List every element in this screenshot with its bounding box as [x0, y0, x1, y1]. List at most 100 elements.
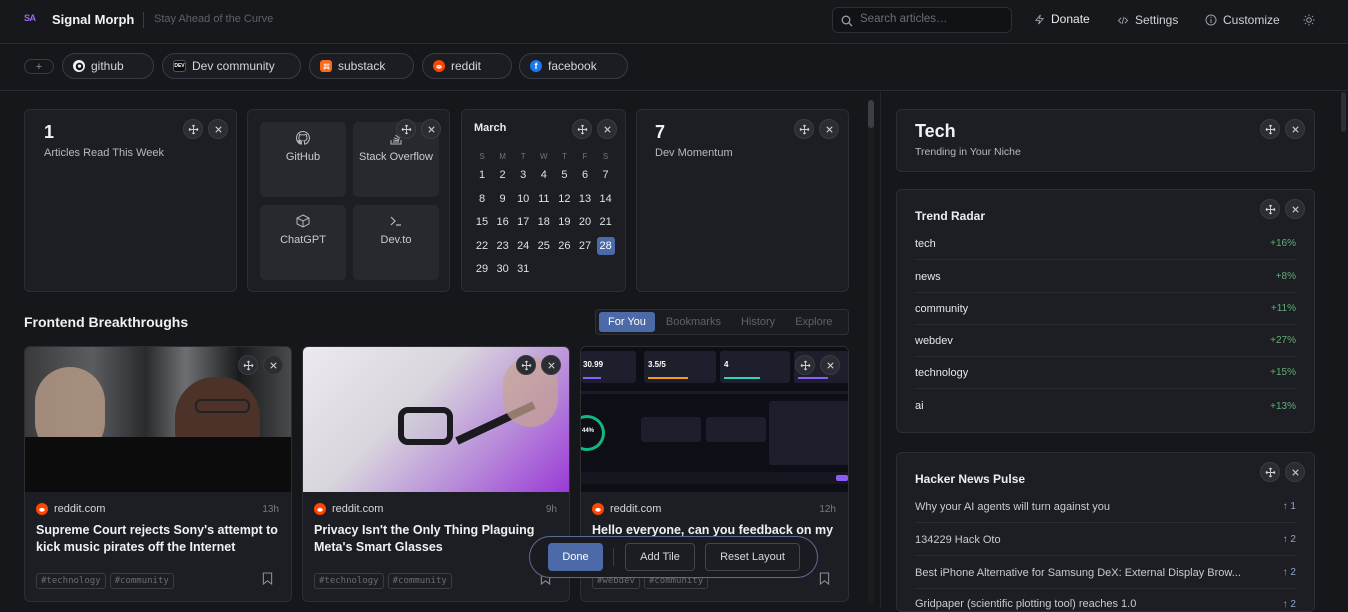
close-icon[interactable] [1285, 119, 1305, 139]
main-scrollbar[interactable] [868, 100, 874, 604]
close-icon[interactable] [541, 355, 561, 375]
source-pill-substack[interactable]: substack [309, 53, 414, 79]
calendar-day[interactable]: 8 [473, 193, 491, 205]
add-source-button[interactable]: + [24, 59, 54, 74]
hn-row[interactable]: 134229 Hack Oto ↑ 2 [915, 524, 1296, 556]
tag[interactable]: #technology [314, 573, 384, 589]
move-icon[interactable] [1260, 462, 1280, 482]
calendar-day[interactable]: 3 [514, 169, 532, 181]
close-icon[interactable] [263, 355, 283, 375]
calendar-day[interactable]: 11 [535, 193, 553, 205]
add-tile-button[interactable]: Add Tile [625, 543, 695, 571]
hn-row[interactable]: Best iPhone Alternative for Samsung DeX:… [915, 557, 1296, 589]
trend-row[interactable]: news +8% [915, 261, 1296, 293]
done-button[interactable]: Done [548, 543, 603, 571]
calendar-day[interactable]: 19 [555, 216, 573, 228]
close-icon[interactable] [208, 119, 228, 139]
calendar-day[interactable]: 23 [494, 240, 512, 252]
trend-row[interactable]: webdev +27% [915, 325, 1296, 357]
move-icon[interactable] [1260, 199, 1280, 219]
settings-button[interactable]: Settings [1117, 13, 1178, 27]
calendar-day[interactable]: 2 [494, 169, 512, 181]
article-card[interactable]: reddit.com 13h Supreme Court rejects Son… [24, 346, 292, 602]
donate-button[interactable]: Donate [1034, 12, 1090, 26]
move-icon[interactable] [183, 119, 203, 139]
trend-label: technology [915, 366, 969, 379]
move-icon[interactable] [238, 355, 258, 375]
calendar-day[interactable]: 9 [494, 193, 512, 205]
reset-layout-button[interactable]: Reset Layout [705, 543, 800, 571]
search-box[interactable]: Search articles… [832, 7, 1012, 33]
substack-icon [320, 60, 332, 72]
tag[interactable]: #community [109, 573, 174, 589]
quick-link-devto[interactable]: Dev.to [353, 205, 439, 280]
calendar-day[interactable]: 5 [555, 169, 573, 181]
move-icon[interactable] [572, 119, 592, 139]
close-icon[interactable] [820, 355, 840, 375]
source-pill-dev[interactable]: DEV Dev community [162, 53, 301, 79]
calendar-day[interactable]: 6 [576, 169, 594, 181]
calendar-day[interactable]: 24 [514, 240, 532, 252]
source-pill-facebook[interactable]: f facebook [519, 53, 628, 79]
quick-link-github[interactable]: GitHub [260, 122, 346, 197]
sidebar-scrollbar[interactable] [1341, 92, 1346, 608]
move-icon[interactable] [794, 119, 814, 139]
calendar-day[interactable]: 20 [576, 216, 594, 228]
bookmark-icon[interactable] [819, 572, 830, 590]
calendar-day[interactable]: 14 [597, 193, 615, 205]
tab-bookmarks[interactable]: Bookmarks [657, 312, 730, 332]
tag[interactable]: #community [387, 573, 452, 589]
source-pill-github[interactable]: github [62, 53, 154, 79]
search-input[interactable]: Search articles… [860, 13, 948, 25]
calendar-day[interactable]: 7 [597, 169, 615, 181]
calendar-day[interactable]: 15 [473, 216, 491, 228]
scrollbar-thumb[interactable] [1341, 92, 1346, 132]
calendar-day[interactable]: 1 [473, 169, 491, 181]
trend-row[interactable]: technology +15% [915, 357, 1296, 389]
calendar-day[interactable]: 18 [535, 216, 553, 228]
hn-row[interactable]: Why your AI agents will turn against you… [915, 491, 1296, 523]
move-icon[interactable] [396, 119, 416, 139]
move-icon[interactable] [516, 355, 536, 375]
calendar-day[interactable]: 4 [535, 169, 553, 181]
tab-explore[interactable]: Explore [786, 312, 841, 332]
app-name[interactable]: Signal Morph [52, 12, 134, 27]
tag[interactable]: #technology [36, 573, 106, 589]
calendar-day[interactable]: 28 [596, 236, 615, 255]
close-icon[interactable] [1285, 199, 1305, 219]
trend-row[interactable]: community +11% [915, 293, 1296, 325]
calendar-day[interactable]: 31 [514, 263, 532, 275]
close-icon[interactable] [1285, 462, 1305, 482]
calendar-day[interactable]: 29 [473, 263, 491, 275]
close-icon[interactable] [597, 119, 617, 139]
trend-row[interactable]: ai +13% [915, 390, 1296, 422]
move-icon[interactable] [1260, 119, 1280, 139]
calendar-day[interactable]: 13 [576, 193, 594, 205]
calendar-day[interactable]: 17 [514, 216, 532, 228]
app-logo[interactable]: SA [24, 13, 36, 23]
calendar-day[interactable]: 27 [576, 240, 594, 252]
trend-row[interactable]: tech +16% [915, 228, 1296, 260]
calendar-day[interactable]: 12 [555, 193, 573, 205]
calendar-day[interactable]: 21 [597, 216, 615, 228]
calendar-day[interactable]: 16 [494, 216, 512, 228]
move-icon[interactable] [795, 355, 815, 375]
source-pill-reddit[interactable]: reddit [422, 53, 512, 79]
calendar-day[interactable]: 25 [535, 240, 553, 252]
close-icon[interactable] [819, 119, 839, 139]
calendar-day[interactable]: 10 [514, 193, 532, 205]
close-icon[interactable] [421, 119, 441, 139]
calendar-day[interactable]: 30 [494, 263, 512, 275]
tab-history[interactable]: History [732, 312, 784, 332]
customize-button[interactable]: Customize [1205, 13, 1280, 27]
hn-row[interactable]: Gridpaper (scientific plotting tool) rea… [915, 588, 1296, 611]
article-title[interactable]: Supreme Court rejects Sony's attempt to … [36, 522, 279, 556]
quick-link-chatgpt[interactable]: ChatGPT [260, 205, 346, 280]
bookmark-icon[interactable] [262, 572, 273, 590]
calendar-day[interactable]: 26 [555, 240, 573, 252]
theme-toggle-icon[interactable] [1303, 13, 1315, 31]
tab-for-you[interactable]: For You [599, 312, 655, 332]
article-title[interactable]: Privacy Isn't the Only Thing Plaguing Me… [314, 522, 557, 556]
calendar-day[interactable]: 22 [473, 240, 491, 252]
scrollbar-thumb[interactable] [868, 100, 874, 128]
